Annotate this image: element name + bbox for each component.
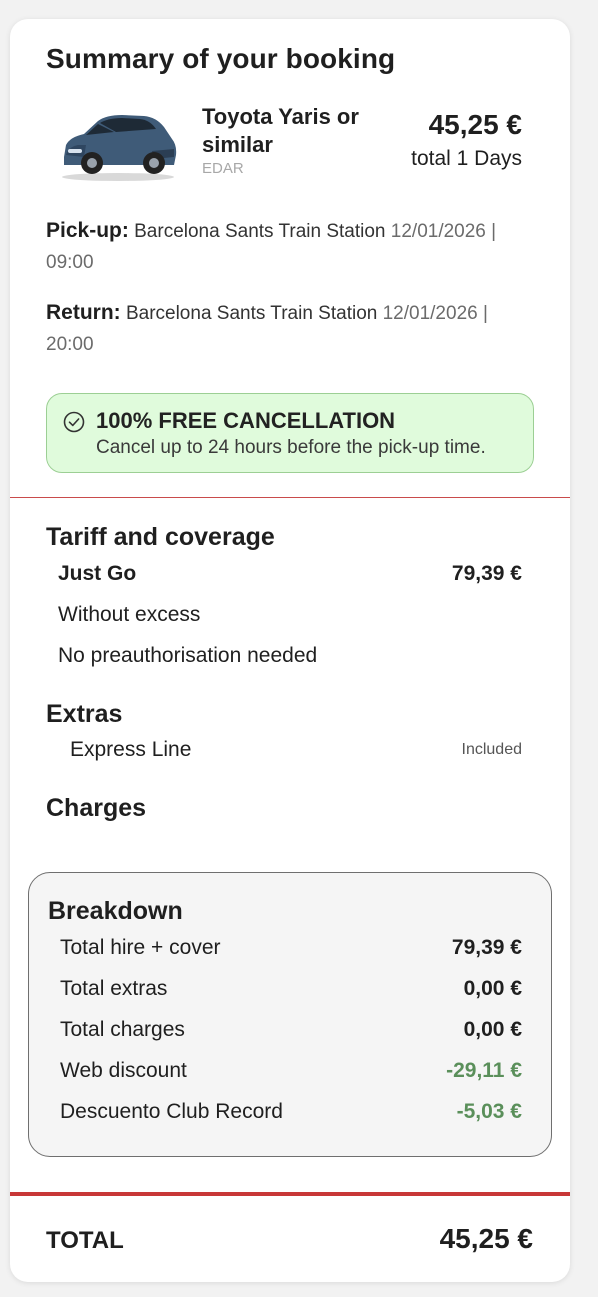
tariff-plan-price: 79,39 € [451,562,522,585]
tariff-plan-name: Just Go [58,562,137,585]
summary-title: Summary of your booking [46,43,396,74]
rental-duration: total 1 Days [411,147,522,170]
extras-item-name: Express Line [70,738,192,761]
return-info: Return: Barcelona Sants Train Station 12… [46,297,538,360]
breakdown-row: Web discount -29,11 € [60,1059,522,1083]
tariff-plan-row: Just Go 79,39 € [58,562,522,586]
charges-heading: Charges [46,794,147,822]
web-discount-value: -29,11 € [446,1059,522,1082]
breakdown-label: Total hire + cover [60,936,221,959]
breakdown-value: 0,00 € [463,1018,522,1041]
breakdown-row: Total hire + cover 79,39 € [60,936,522,960]
breakdown-value: 79,39 € [451,936,522,959]
tariff-feature: No preauthorisation needed [58,644,318,667]
breakdown-panel: Breakdown Total hire + cover 79,39 € Tot… [28,872,552,1157]
pickup-label: Pick-up: [46,219,129,242]
cancellation-text: Cancel up to 24 hours before the pick-up… [96,437,486,458]
free-cancellation-banner: 100% FREE CANCELLATION Cancel up to 24 h… [46,393,534,473]
pickup-location: Barcelona Sants Train Station [134,221,386,242]
extras-heading: Extras [46,700,123,728]
breakdown-value: 0,00 € [463,977,522,1000]
breakdown-label: Descuento Club Record [60,1100,283,1123]
rental-price: 45,25 € [428,109,522,140]
tariff-heading: Tariff and coverage [46,523,275,551]
breakdown-label: Web discount [60,1059,187,1082]
tariff-feature: Without excess [58,603,201,626]
breakdown-row: Total charges 0,00 € [60,1018,522,1042]
breakdown-heading: Breakdown [48,897,183,925]
total-value: 45,25 € [439,1223,533,1254]
car-code: EDAR [202,160,244,177]
cancellation-title: 100% FREE CANCELLATION [96,408,396,433]
club-discount-value: -5,03 € [456,1100,522,1123]
car-name: Toyota Yaris or similar [202,104,359,157]
return-location: Barcelona Sants Train Station [125,303,378,324]
extras-item: Express Line Included [70,738,522,762]
section-divider [10,497,570,498]
breakdown-label: Total extras [60,977,168,1000]
breakdown-row: Descuento Club Record -5,03 € [60,1100,522,1124]
total-label: TOTAL [46,1227,124,1254]
pickup-info: Pick-up: Barcelona Sants Train Station 1… [46,215,538,278]
total-divider [10,1192,570,1196]
breakdown-row: Total extras 0,00 € [60,977,522,1001]
car-image [62,115,177,181]
return-label: Return: [46,301,121,324]
check-circle-icon [63,411,85,433]
extras-item-status: Included [461,741,523,758]
booking-summary-card: Summary of your booking Toyota Yaris or … [10,19,570,1282]
breakdown-label: Total charges [60,1018,185,1041]
